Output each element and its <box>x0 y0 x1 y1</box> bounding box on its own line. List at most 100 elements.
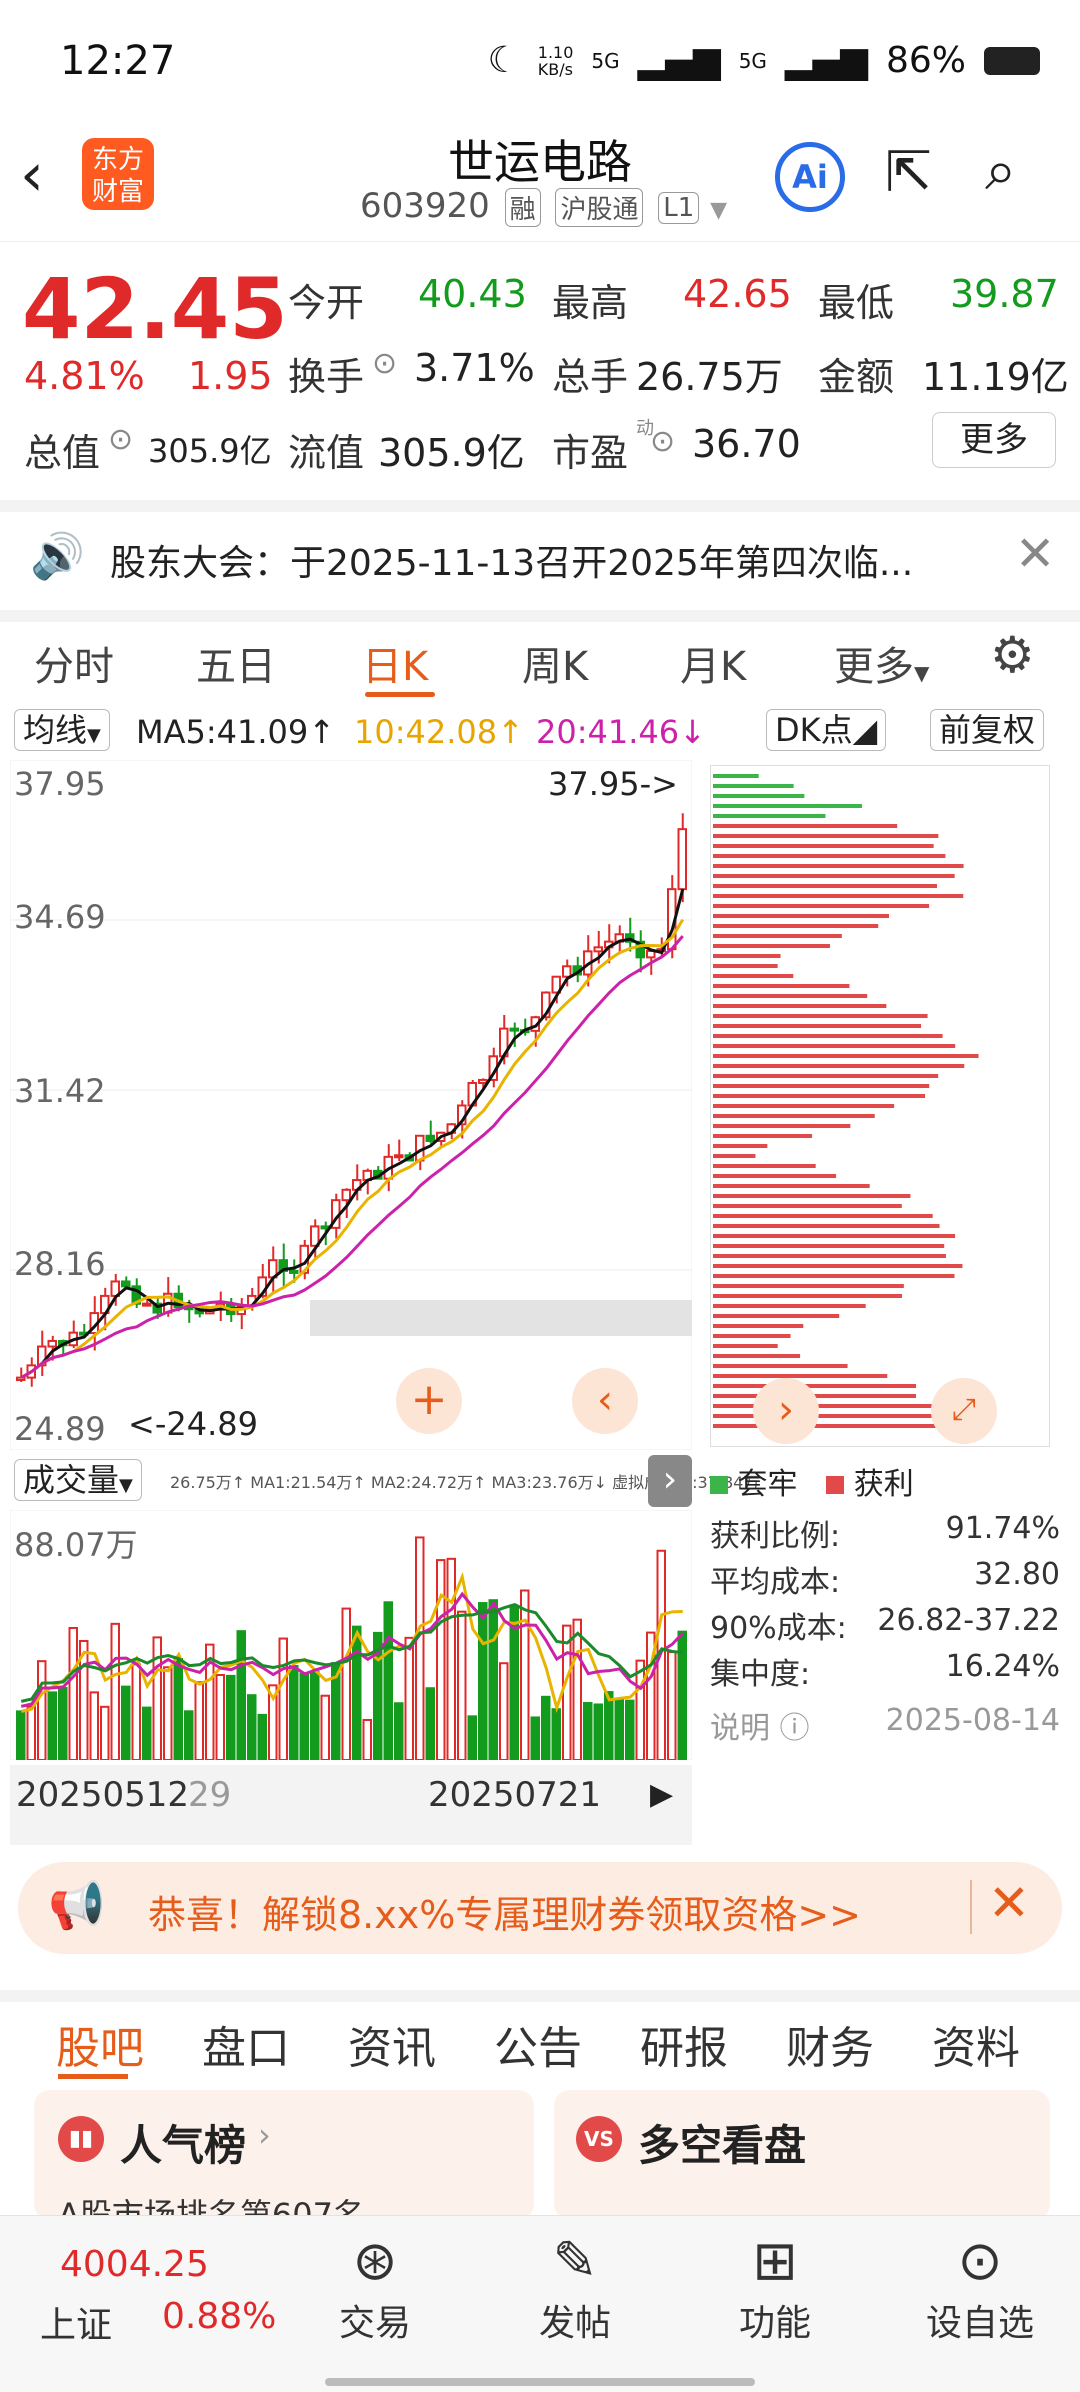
candle <box>289 1269 299 1274</box>
ma10-value: 10:42.08↑ <box>354 713 524 751</box>
volume-bar <box>236 1630 246 1762</box>
scroll-right-button[interactable]: › <box>753 1378 819 1444</box>
indicator-select[interactable]: 均线▼ <box>14 709 110 751</box>
promo-text[interactable]: 恭喜！解锁8.xx%专属理财券领取资格>> <box>148 1884 861 1939</box>
chip-bar <box>713 984 850 988</box>
index-pct[interactable]: 0.88% <box>162 2296 276 2337</box>
promo-banner[interactable]: 📢 恭喜！解锁8.xx%专属理财券领取资格>> ✕ <box>18 1862 1062 1954</box>
date-axis: 20250512 29 20250721 ▶ <box>10 1765 692 1845</box>
status-bar: 12:27 ☾ 1.10 KB/s 5G ▂▄▆ 5G ▂▄▆ 86% <box>0 0 1080 120</box>
pct-change: 4.81% <box>24 354 145 398</box>
volume-select[interactable]: 成交量▼ <box>14 1459 142 1501</box>
candlestick-chart[interactable]: 37.95 34.69 31.42 28.16 24.89 37.95-> <-… <box>10 760 692 1450</box>
tab-intraday[interactable]: 分时 <box>34 634 114 692</box>
expand-panel-button[interactable]: › <box>648 1455 692 1507</box>
notice-text[interactable]: 股东大会：于2025-11-13召开2025年第四次临... <box>110 534 913 586</box>
volume-bar <box>184 1710 194 1761</box>
tab-5day[interactable]: 五日 <box>196 634 276 692</box>
tab-news[interactable]: 资讯 <box>348 2012 436 2076</box>
volume-chart[interactable]: 88.07万 <box>9 1509 693 1762</box>
tab-weekly-k[interactable]: 周K <box>522 634 588 692</box>
date-label: 20250512 <box>16 1775 190 1815</box>
chip-distribution[interactable]: › ⤢ <box>710 765 1050 1447</box>
moon-icon: ☾ <box>487 40 520 81</box>
volume-bar <box>541 1695 551 1761</box>
notice-bar[interactable]: 🔊 股东大会：于2025-11-13召开2025年第四次临... ✕ <box>0 500 1080 598</box>
close-icon[interactable]: ✕ <box>1015 526 1055 582</box>
tab-announcements[interactable]: 公告 <box>494 2012 582 2076</box>
tab-forum[interactable]: 股吧 <box>56 2012 144 2076</box>
dk-point-select[interactable]: DK点◢ <box>766 709 887 751</box>
dropdown-icon[interactable]: ▼ <box>710 198 727 223</box>
nav-add-watchlist[interactable]: ⊙ 设自选 <box>910 2216 1050 2346</box>
amount-label: 金额 <box>818 355 895 399</box>
play-icon[interactable]: ▶ <box>650 1777 673 1812</box>
tab-research[interactable]: 研报 <box>640 2012 728 2076</box>
volume-header: 成交量▼ 26.75万↑ MA1:21.54万↑ MA2:24.72万↑ MA3… <box>10 1455 759 1507</box>
adjust-select[interactable]: 前复权 <box>930 709 1045 751</box>
y-axis-label: 31.42 <box>14 1072 106 1110</box>
chip-bar <box>713 834 939 838</box>
chip-row-profit: 获利比例: 91.74% <box>710 1511 1060 1554</box>
gear-icon[interactable]: ⚙ <box>990 626 1035 684</box>
chip-note-row[interactable]: 说明 ⓘ 2025-08-14 <box>710 1695 1060 1746</box>
mcap-value: 305.9亿 <box>148 432 272 470</box>
scroll-left-button[interactable]: ‹ <box>572 1368 638 1434</box>
info-icon[interactable]: ⊙ <box>108 422 133 457</box>
tab-monthly-k[interactable]: 月K <box>680 634 746 692</box>
rank-icon: ▮▮ <box>58 2116 104 2162</box>
close-icon[interactable]: ✕ <box>988 1874 1030 1932</box>
chip-bar <box>713 1054 979 1058</box>
volume-bar <box>142 1706 152 1761</box>
nav-trade[interactable]: ⊛ 交易 <box>320 2216 430 2346</box>
popularity-card[interactable]: ▮▮ 人气榜 › A股市场排名第607名 <box>34 2090 534 2234</box>
volume-bar <box>226 1674 236 1761</box>
chip-bar <box>713 844 934 848</box>
candle <box>394 1154 404 1159</box>
open-label: 今开 <box>288 281 365 325</box>
ai-button[interactable]: Ai <box>775 142 845 212</box>
index-name[interactable]: 上证 <box>40 2296 112 2348</box>
info-icon[interactable]: ⊙ <box>372 346 397 381</box>
search-icon[interactable]: ⌕ <box>985 138 1016 204</box>
y-axis-label: 28.16 <box>14 1245 106 1283</box>
tab-profile[interactable]: 资料 <box>932 2012 1020 2076</box>
tab-finance[interactable]: 财务 <box>786 2012 874 2076</box>
chip-bar <box>713 1224 940 1228</box>
tab-daily-k[interactable]: 日K <box>362 634 428 692</box>
volume-bar <box>16 1710 26 1761</box>
bottom-nav: 4004.25 上证 0.88% ⊛ 交易 ✎ 发帖 ⊞ 功能 ⊙ 设自选 <box>0 2215 1080 2392</box>
info-icon[interactable]: ⊙ <box>650 424 675 459</box>
turnover-value: 3.71% <box>414 346 535 390</box>
ma5-value: MA5:41.09↑ <box>136 713 336 751</box>
nav-functions[interactable]: ⊞ 功能 <box>720 2216 830 2346</box>
float-label: 流值 <box>288 431 365 475</box>
expand-icon[interactable]: ⤢ <box>931 1378 997 1444</box>
low-marker: <-24.89 <box>128 1405 258 1443</box>
net-speed: 1.10 KB/s <box>537 42 574 79</box>
mcap-label: 总值 <box>24 431 101 475</box>
pe-value: 36.70 <box>692 422 801 466</box>
high-value: 42.65 <box>683 272 792 316</box>
candle <box>47 1339 57 1348</box>
bull-bear-card[interactable]: VS 多空看盘 <box>554 2090 1050 2220</box>
nav-post[interactable]: ✎ 发帖 <box>520 2216 630 2346</box>
candle <box>677 828 687 891</box>
candle <box>509 1027 519 1032</box>
volume-bar <box>604 1691 614 1761</box>
chip-bar <box>713 974 794 978</box>
status-icons: ☾ 1.10 KB/s 5G ▂▄▆ 5G ▂▄▆ 86% <box>487 40 1040 81</box>
grid-icon: ⊞ <box>752 2229 798 2292</box>
volume-bar <box>478 1602 488 1761</box>
index-value[interactable]: 4004.25 <box>60 2244 209 2285</box>
volume-bar <box>551 1708 561 1761</box>
chip-bar <box>713 1214 933 1218</box>
tab-orderbook[interactable]: 盘口 <box>202 2012 290 2076</box>
active-tab-underline <box>365 692 435 697</box>
zoom-in-button[interactable]: + <box>396 1368 462 1434</box>
more-quote-button[interactable]: 更多 <box>932 412 1056 468</box>
tab-more[interactable]: 更多▼ <box>834 634 929 692</box>
chip-bar <box>713 1344 778 1348</box>
volume-bar <box>310 1670 320 1761</box>
share-icon[interactable]: ⇱ <box>885 140 932 205</box>
